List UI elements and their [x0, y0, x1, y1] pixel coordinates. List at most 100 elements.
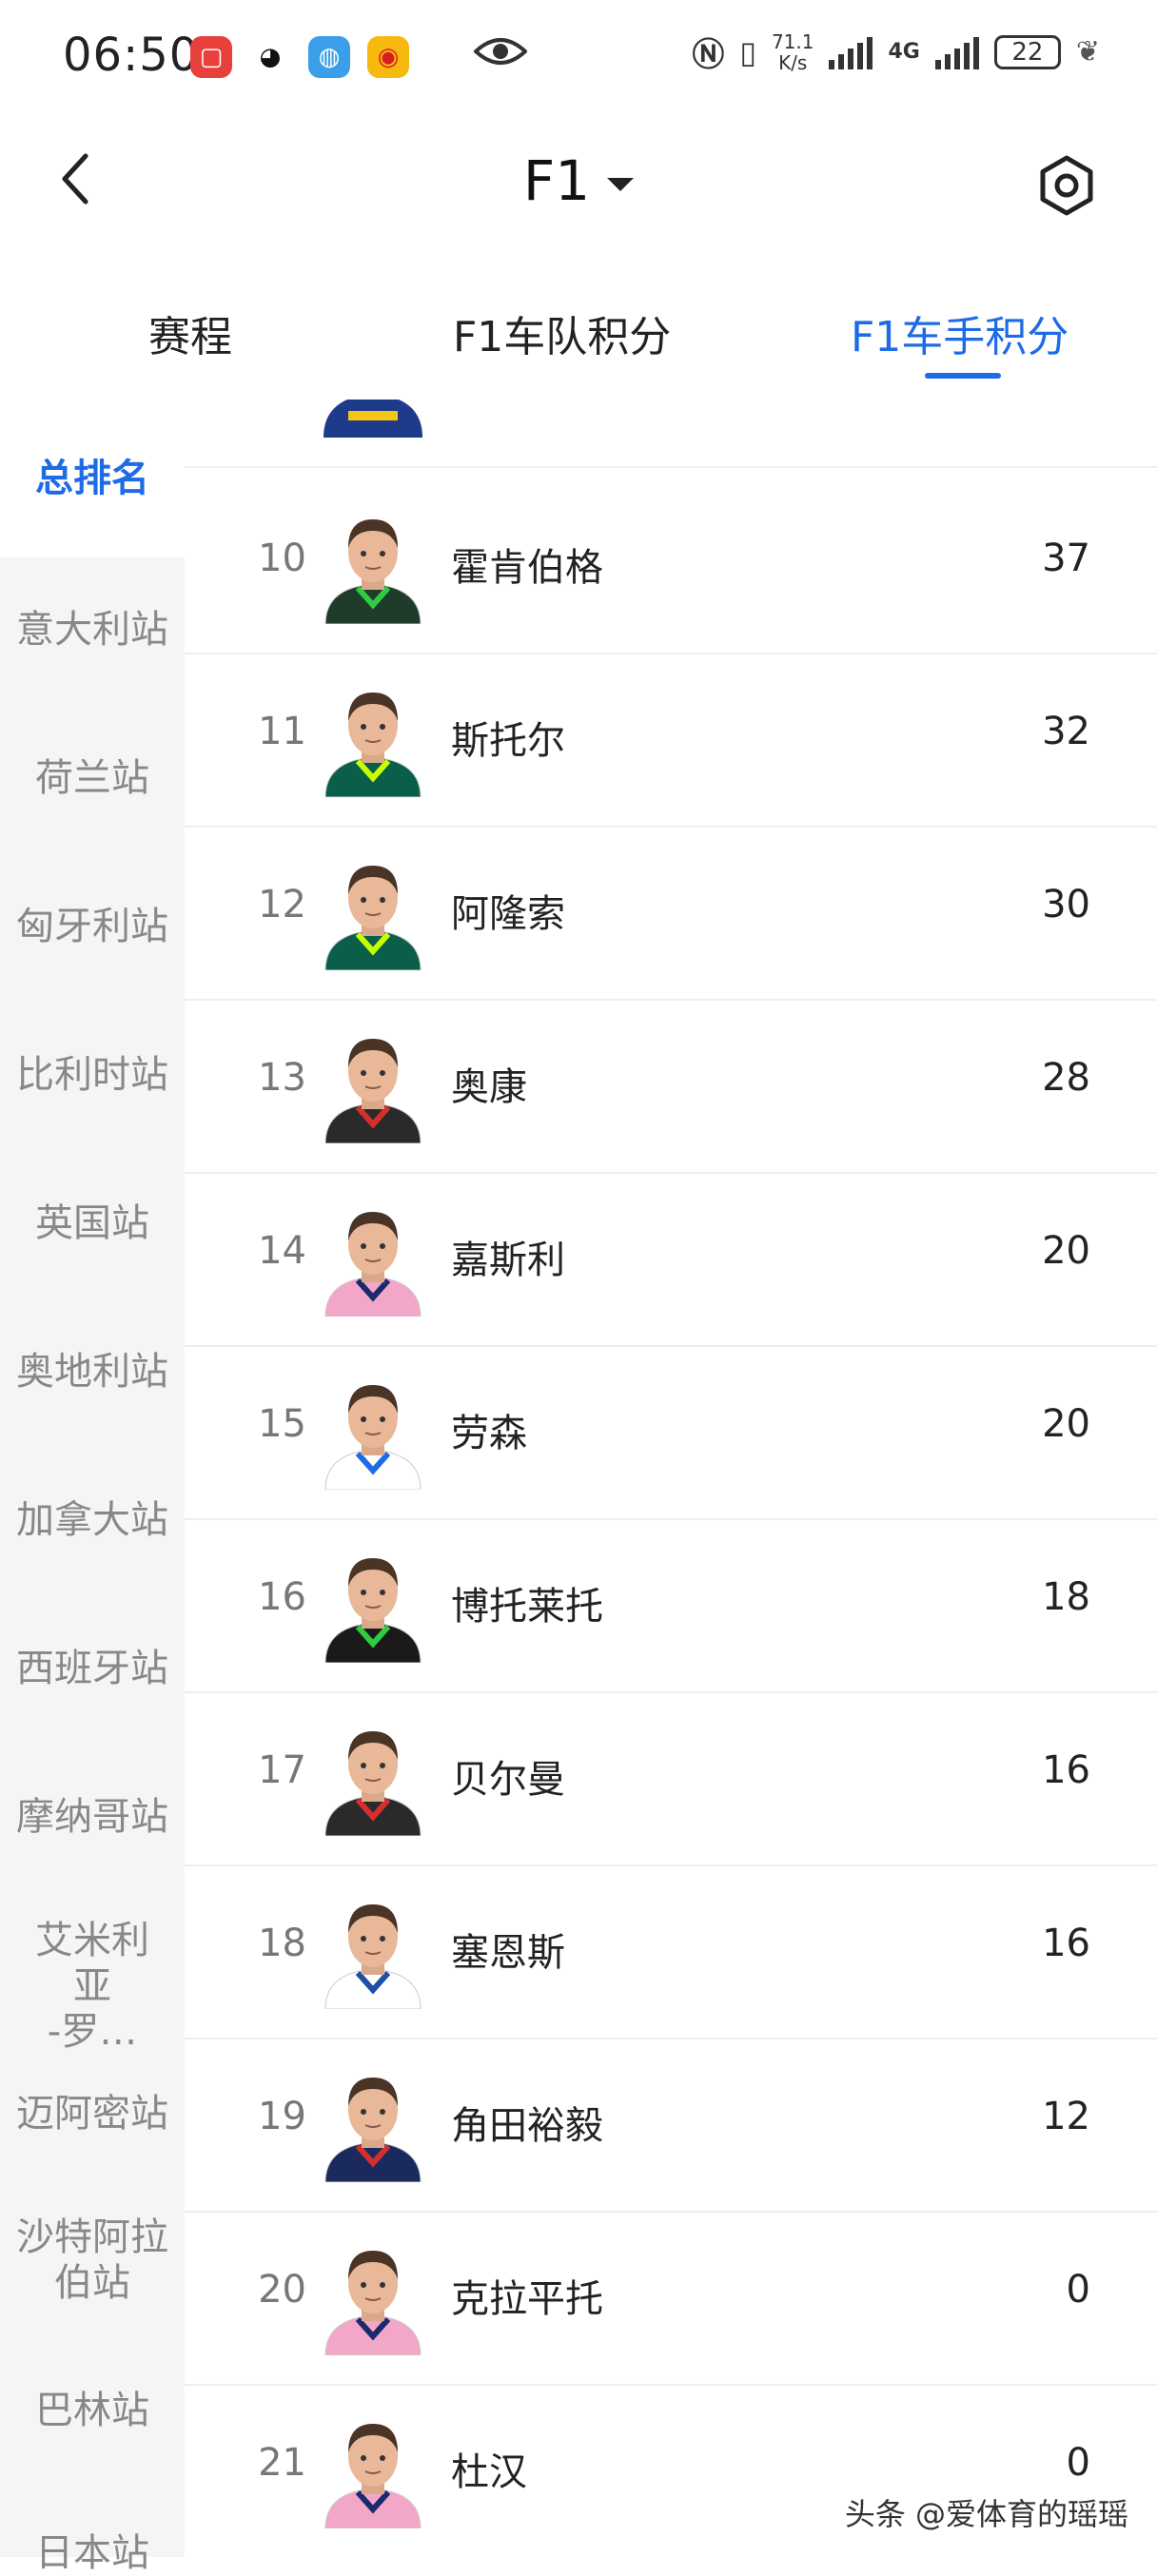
watermark: 头条 @爱体育的瑶瑶	[844, 2496, 1128, 2532]
network-type: 4G	[888, 40, 920, 64]
sidebar-item-britain[interactable]: 英国站	[0, 1200, 185, 1246]
signal-icon-2	[934, 35, 979, 69]
sidebar-item-miami[interactable]: 迈阿密站	[0, 2091, 185, 2137]
page-title: F1	[522, 148, 591, 213]
net-speed: 71.1 K/s	[771, 29, 814, 74]
driver-name: 角田裕毅	[451, 2104, 603, 2148]
driver-name: 劳森	[451, 1412, 527, 1455]
caret-down-icon	[607, 177, 635, 191]
settings-icon[interactable]	[1035, 154, 1098, 217]
table-row[interactable]: 20 克拉平托 0	[185, 2213, 1157, 2386]
driver-rank: 18	[258, 1922, 306, 1965]
tab-team-standings[interactable]: F1车队积分	[453, 302, 671, 363]
sport-selector[interactable]: F1	[0, 148, 1157, 213]
nfc-icon: Ⓝ	[692, 36, 725, 74]
race-sidebar: 总排名 意大利站 荷兰站 匈牙利站 比利时站 英国站 奥地利站 加拿大站 西班牙…	[0, 400, 185, 2575]
driver-points: 30	[1042, 883, 1090, 927]
penguin-icon: ◕	[249, 36, 291, 78]
table-row[interactable]: 11 斯托尔 32	[185, 654, 1157, 828]
sidebar-item-hungary[interactable]: 匈牙利站	[0, 904, 185, 949]
driver-name: 克拉平托	[451, 2277, 603, 2321]
sidebar-item-spain[interactable]: 西班牙站	[0, 1646, 185, 1691]
table-row[interactable]: 14 嘉斯利 20	[185, 1174, 1157, 1347]
driver-points: 0	[1066, 2441, 1090, 2485]
table-row[interactable]: 16 博托莱托 18	[185, 1520, 1157, 1693]
driver-avatar	[324, 1212, 422, 1317]
driver-rank: 15	[258, 1402, 306, 1446]
driver-rank: 17	[258, 1748, 306, 1792]
driver-name: 博托莱托	[451, 1585, 603, 1629]
driver-points: 16	[1042, 1748, 1090, 1792]
notification-icons: ▢ ◕ ◍ ◉	[190, 36, 409, 78]
tab-schedule[interactable]: 赛程	[148, 302, 232, 363]
driver-rank: 20	[258, 2268, 306, 2312]
driver-avatar	[324, 2251, 422, 2355]
driver-points: 32	[1042, 710, 1090, 753]
table-row[interactable]: 18 塞恩斯 16	[185, 1866, 1157, 2039]
sidebar-item-italy[interactable]: 意大利站	[0, 607, 185, 653]
driver-rank: 12	[258, 883, 306, 927]
driver-rank: 11	[258, 710, 306, 753]
sidebar-item-monaco[interactable]: 摩纳哥站	[0, 1794, 185, 1840]
driver-rank: 19	[258, 2095, 306, 2138]
driver-name: 塞恩斯	[451, 1931, 565, 1975]
sidebar-item-bahrain[interactable]: 巴林站	[0, 2388, 185, 2433]
sidebar-item-canada[interactable]: 加拿大站	[0, 1497, 185, 1543]
vibrate-icon: ▯	[739, 33, 756, 70]
signal-icon	[829, 35, 873, 69]
table-row[interactable]: 17 贝尔曼 16	[185, 1693, 1157, 1866]
table-row[interactable]: 19 角田裕毅 12	[185, 2039, 1157, 2213]
table-row-partial[interactable]	[185, 400, 1157, 468]
driver-points: 28	[1042, 1056, 1090, 1100]
driver-avatar	[324, 693, 422, 797]
table-row[interactable]: 15 劳森 20	[185, 1347, 1157, 1520]
driver-avatar	[324, 400, 422, 438]
driver-name: 杜汉	[451, 2450, 527, 2494]
status-time: 06:50	[63, 29, 200, 82]
driver-points: 12	[1042, 2095, 1090, 2138]
driver-points: 37	[1042, 537, 1090, 580]
top-bar: F1	[0, 124, 1157, 238]
driver-avatar	[324, 2078, 422, 2182]
driver-rank: 13	[258, 1056, 306, 1100]
status-bar: 06:50 ▢ ◕ ◍ ◉ Ⓝ ▯ 71.1 K/s 4G 22 ❦	[0, 0, 1157, 114]
driver-rank: 10	[258, 537, 306, 580]
driver-points: 20	[1042, 1229, 1090, 1273]
driver-name: 奥康	[451, 1065, 527, 1109]
eye-icon	[474, 38, 527, 65]
sidebar-item-japan[interactable]: 日本站	[0, 2530, 185, 2576]
weibo-icon: ◉	[367, 36, 409, 78]
sidebar-item-netherlands[interactable]: 荷兰站	[0, 755, 185, 801]
driver-name: 贝尔曼	[451, 1758, 565, 1802]
table-row[interactable]: 10 霍肯伯格 37	[185, 481, 1157, 654]
sidebar-item-saudi-arabia[interactable]: 沙特阿拉 伯站	[0, 2215, 185, 2306]
driver-name: 嘉斯利	[451, 1239, 565, 1282]
driver-avatar	[324, 1731, 422, 1836]
driver-avatar	[324, 1558, 422, 1663]
battery-icon: 22	[993, 34, 1061, 69]
table-row[interactable]: 13 奥康 28	[185, 1001, 1157, 1174]
active-tab-indicator	[925, 373, 1001, 379]
driver-name: 阿隆索	[451, 892, 565, 936]
sidebar-item-austria[interactable]: 奥地利站	[0, 1349, 185, 1395]
driver-avatar	[324, 1039, 422, 1143]
driver-avatar	[324, 519, 422, 624]
driver-avatar	[324, 2424, 422, 2528]
driver-points: 18	[1042, 1575, 1090, 1619]
driver-name: 斯托尔	[451, 719, 565, 763]
table-row[interactable]: 12 阿隆索 30	[185, 828, 1157, 1001]
driver-rank: 14	[258, 1229, 306, 1273]
sidebar-item-overall[interactable]: 总排名	[0, 400, 185, 557]
red-app-icon: ▢	[190, 36, 232, 78]
driver-avatar	[324, 866, 422, 970]
tab-driver-standings[interactable]: F1车手积分	[851, 302, 1069, 363]
driver-points: 20	[1042, 1402, 1090, 1446]
driver-name: 霍肯伯格	[451, 546, 603, 590]
sidebar-item-emilia-romagna[interactable]: 艾米利亚 -罗…	[0, 1918, 185, 2055]
driver-rank: 21	[258, 2441, 306, 2485]
driver-avatar	[324, 1385, 422, 1490]
sidebar-item-belgium[interactable]: 比利时站	[0, 1052, 185, 1098]
driver-avatar	[324, 1904, 422, 2009]
tab-bar: 赛程 F1车队积分 F1车手积分	[0, 285, 1157, 390]
driver-rank: 16	[258, 1575, 306, 1619]
